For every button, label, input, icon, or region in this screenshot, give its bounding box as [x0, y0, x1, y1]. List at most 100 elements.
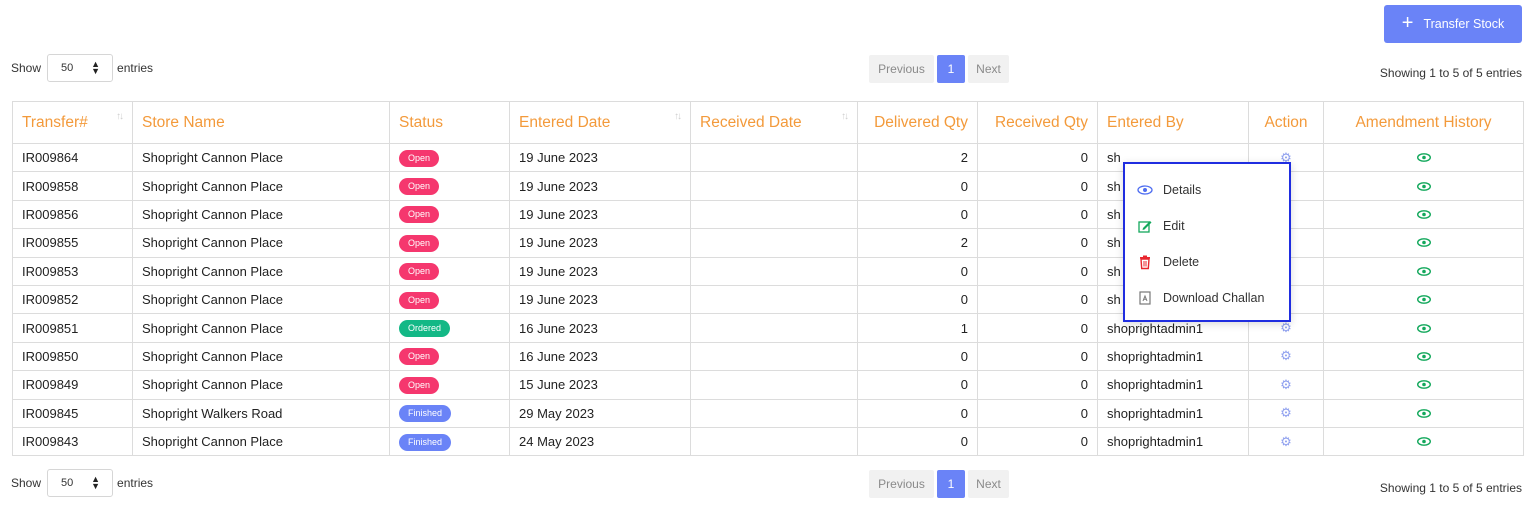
cell-received-qty: 0: [977, 256, 1098, 286]
status-badge: Finished: [399, 405, 452, 423]
entries-select[interactable]: 50 ▲ ▼: [47, 54, 114, 82]
eye-icon[interactable]: [1416, 266, 1431, 276]
status-badge: Open: [399, 291, 440, 309]
col-transfer[interactable]: Transfer# ↑↓: [12, 101, 133, 144]
cell-status: Finished: [389, 398, 510, 428]
cell-amendment-history: [1323, 142, 1524, 173]
cell-received-qty: 0: [977, 199, 1098, 230]
eye-icon[interactable]: [1416, 210, 1431, 219]
menu-item-edit[interactable]: Edit: [1125, 208, 1289, 244]
transfer-table: Transfer# ↑↓ Store Name Status Entered Da…: [12, 101, 1524, 457]
table-row: IR009853 Shopright Cannon Place Open 19 Jun…: [12, 256, 1524, 286]
length-control-top: Show 50 ▲ ▼ entries: [11, 54, 153, 82]
cell-received-qty: 0: [977, 426, 1098, 457]
eye-icon[interactable]: [1416, 323, 1431, 333]
table-row: IR009843 Shopright Cannon Place Finished 24…: [12, 426, 1524, 457]
next-button[interactable]: Next: [968, 470, 1009, 498]
cell-status: Open: [389, 142, 510, 173]
eye-icon[interactable]: [1416, 352, 1431, 361]
cell-amendment-history: [1323, 398, 1524, 428]
cell-amendment-history: [1323, 370, 1524, 400]
eye-icon[interactable]: [1416, 181, 1431, 191]
gear-icon[interactable]: ⚙: [1280, 348, 1292, 363]
status-badge: Ordered: [399, 320, 451, 338]
menu-item-label: Download Challan: [1163, 291, 1265, 305]
sort-icon: ↑↓: [116, 111, 124, 122]
status-badge: Open: [399, 149, 440, 167]
entries-select[interactable]: 50 ▲ ▼: [47, 469, 114, 497]
table-row: IR009858 Shopright Cannon Place Open 19 Jun…: [12, 171, 1524, 201]
cell-store: Shopright Walkers Road: [132, 398, 390, 428]
cell-store: Shopright Cannon Place: [132, 142, 390, 173]
cell-received-date: [690, 199, 858, 230]
col-status[interactable]: Status: [389, 101, 510, 144]
cell-received-qty: 0: [977, 341, 1098, 372]
table-row: IR009856 Shopright Cannon Place Open 19 Jun…: [12, 199, 1524, 230]
col-delivered-qty[interactable]: Delivered Qty: [857, 101, 978, 144]
previous-button[interactable]: Previous: [869, 470, 934, 498]
cell-amendment-history: [1323, 313, 1524, 343]
cell-action: ⚙: [1248, 370, 1324, 400]
cell-delivered-qty: 1: [857, 313, 978, 343]
entries-select-value: 50: [61, 477, 74, 489]
cell-transfer: IR009855: [12, 228, 133, 258]
eye-icon[interactable]: [1416, 408, 1431, 418]
cell-entered-by: shoprightadmin1: [1097, 341, 1249, 372]
page-1-button[interactable]: 1: [937, 55, 965, 83]
cell-store: Shopright Cannon Place: [132, 313, 390, 343]
col-entered-date[interactable]: Entered Date ↑↓: [509, 101, 691, 144]
cell-action: ⚙: [1248, 398, 1324, 428]
menu-item-delete[interactable]: Delete: [1125, 244, 1289, 280]
status-badge: Open: [399, 206, 440, 224]
cell-received-qty: 0: [977, 313, 1098, 343]
cell-received-date: [690, 256, 858, 286]
cell-received-date: [690, 341, 858, 372]
cell-amendment-history: [1323, 171, 1524, 201]
table-header-row: Transfer# ↑↓ Store Name Status Entered Da…: [12, 101, 1524, 144]
select-arrows-icon: ▲ ▼: [91, 474, 101, 491]
menu-item-label: Details: [1163, 183, 1202, 197]
cell-entered-date: 19 June 2023: [509, 171, 691, 201]
cell-delivered-qty: 0: [857, 426, 978, 457]
next-button[interactable]: Next: [968, 55, 1009, 83]
cell-received-qty: 0: [977, 398, 1098, 428]
eye-icon[interactable]: [1416, 153, 1431, 163]
cell-delivered-qty: 0: [857, 370, 978, 400]
eye-icon[interactable]: [1416, 380, 1431, 390]
cell-entered-date: 19 June 2023: [509, 256, 691, 286]
eye-icon[interactable]: [1416, 295, 1431, 305]
table-row: IR009864 Shopright Cannon Place Open 19 Jun…: [12, 142, 1524, 173]
col-received-qty[interactable]: Received Qty: [977, 101, 1098, 144]
sort-icon: ↑↓: [841, 111, 849, 122]
menu-item-download-challan[interactable]: Download Challan: [1125, 280, 1289, 316]
col-entered-by[interactable]: Entered By: [1097, 101, 1249, 144]
status-badge: Finished: [399, 433, 452, 451]
gear-icon[interactable]: ⚙: [1280, 377, 1292, 392]
eye-icon[interactable]: [1416, 238, 1431, 248]
cell-delivered-qty: 2: [857, 228, 978, 258]
cell-store: Shopright Cannon Place: [132, 426, 390, 457]
menu-item-details[interactable]: Details: [1125, 172, 1289, 208]
cell-action: ⚙: [1248, 341, 1324, 372]
cell-transfer: IR009851: [12, 313, 133, 343]
cell-entered-date: 19 June 2023: [509, 284, 691, 315]
gear-icon[interactable]: ⚙: [1280, 434, 1292, 449]
previous-button[interactable]: Previous: [869, 55, 934, 83]
cell-status: Ordered: [389, 313, 510, 343]
gear-icon[interactable]: ⚙: [1280, 405, 1292, 420]
cell-amendment-history: [1323, 256, 1524, 286]
cell-action: ⚙: [1248, 426, 1324, 457]
table-row: IR009855 Shopright Cannon Place Open 19 Jun…: [12, 228, 1524, 258]
cell-amendment-history: [1323, 228, 1524, 258]
cell-status: Open: [389, 284, 510, 315]
entries-label: entries: [117, 61, 154, 75]
col-received-date[interactable]: Received Date ↑↓: [690, 101, 858, 144]
transfer-stock-button[interactable]: + Transfer Stock: [1384, 5, 1522, 43]
cell-transfer: IR009850: [12, 341, 133, 372]
action-menu: Details Edit Delete Download Challan: [1123, 162, 1291, 322]
cell-received-qty: 0: [977, 370, 1098, 400]
page-1-button[interactable]: 1: [937, 470, 965, 498]
eye-icon[interactable]: [1416, 437, 1431, 446]
col-store[interactable]: Store Name: [132, 101, 390, 144]
gear-icon[interactable]: ⚙: [1280, 320, 1292, 335]
